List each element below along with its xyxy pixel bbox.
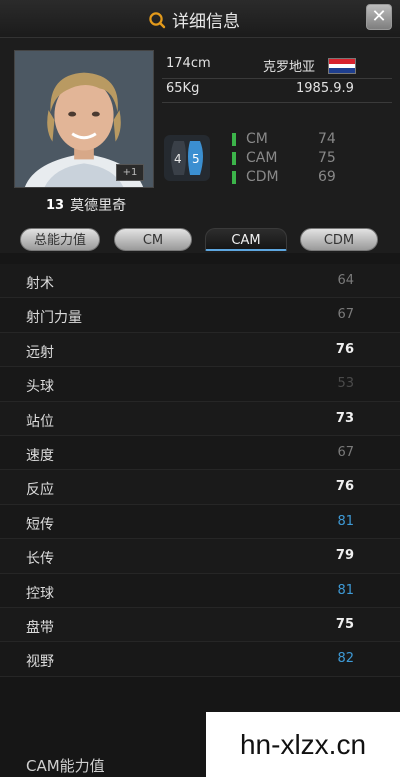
position-value: 69 bbox=[318, 169, 336, 185]
player-weight: 65Kg bbox=[166, 81, 200, 96]
stat-row: 站位 73 bbox=[0, 401, 400, 436]
tab-cam[interactable]: CAM bbox=[205, 228, 287, 251]
search-icon bbox=[149, 11, 166, 28]
window-title: 详细信息 bbox=[172, 12, 240, 32]
position-bar bbox=[232, 152, 236, 165]
stat-name: 盘带 bbox=[26, 619, 54, 636]
stat-row: 头球 53 bbox=[0, 367, 400, 402]
watermark-text: hn-xlzx.cn bbox=[239, 728, 367, 760]
position-value: 75 bbox=[318, 150, 336, 166]
info-divider bbox=[162, 78, 392, 79]
croatia-flag-icon bbox=[328, 58, 356, 74]
tab-overall[interactable]: 总能力值 bbox=[20, 228, 100, 251]
position-name: CM bbox=[246, 131, 268, 147]
stat-name: 射术 bbox=[26, 276, 54, 292]
stat-value: 67 bbox=[337, 307, 354, 323]
stat-row: 盘带 75 bbox=[0, 607, 400, 643]
position-ratings: CM 74 CAM 75 CDM 69 bbox=[232, 130, 342, 187]
stat-row: 短传 81 bbox=[0, 504, 400, 540]
player-name: 莫德里奇 bbox=[70, 198, 127, 214]
position-name: CAM bbox=[246, 150, 278, 166]
title-wrap: 详细信息 bbox=[148, 7, 240, 32]
position-row: CAM 75 bbox=[232, 149, 342, 168]
stat-value: 53 bbox=[337, 376, 354, 392]
stat-name: 站位 bbox=[26, 413, 54, 430]
foot-icon: 4 5 bbox=[164, 135, 210, 181]
stat-name: 控球 bbox=[26, 585, 54, 602]
stat-name: 短传 bbox=[26, 516, 54, 533]
stat-name: 视野 bbox=[26, 654, 54, 671]
player-height: 174cm bbox=[166, 56, 211, 71]
stat-row: 远射 76 bbox=[0, 332, 400, 368]
stat-row: 射门力量 67 bbox=[0, 298, 400, 333]
stat-name: 反应 bbox=[26, 482, 54, 499]
stat-value: 75 bbox=[335, 616, 354, 632]
stat-value: 81 bbox=[337, 582, 354, 598]
stat-row: 速度 67 bbox=[0, 435, 400, 471]
stat-row: 射术 64 bbox=[0, 264, 400, 299]
plus-badge: +1 bbox=[116, 164, 144, 181]
stat-name: 远射 bbox=[26, 344, 54, 361]
player-birthdate: 1985.9.9 bbox=[296, 81, 354, 96]
player-name-row: 13 莫德里奇 bbox=[46, 195, 126, 215]
cam-rating-label: CAM能力值 bbox=[26, 757, 105, 775]
close-icon: ✕ bbox=[371, 6, 387, 27]
stats-list: 射术 64 射门力量 67 远射 76 头球 53 站位 73 速度 67 反应 76 短传 8… bbox=[0, 264, 400, 677]
stat-row: 视野 82 bbox=[0, 642, 400, 677]
stat-row: 长传 79 bbox=[0, 539, 400, 574]
info-divider bbox=[162, 102, 392, 103]
title-bar: 详细信息 ✕ bbox=[0, 0, 400, 38]
position-row: CDM 69 bbox=[232, 168, 342, 187]
stat-name: 射门力量 bbox=[26, 310, 82, 327]
close-button[interactable]: ✕ bbox=[366, 4, 392, 30]
stat-value: 76 bbox=[335, 479, 354, 495]
rating-tabs: 总能力值 CM CAM CDM bbox=[0, 225, 400, 255]
watermark: hn-xlzx.cn bbox=[206, 712, 400, 777]
stat-name: 头球 bbox=[26, 379, 54, 396]
stat-row: 反应 76 bbox=[0, 470, 400, 505]
right-foot-value: 5 bbox=[192, 152, 200, 166]
stat-value: 76 bbox=[335, 341, 354, 357]
jersey-number: 13 bbox=[46, 197, 65, 213]
player-info-panel: +1 13 莫德里奇 174cm 克罗地亚 65Kg 1985.9.9 4 5 … bbox=[0, 38, 400, 253]
left-foot-value: 4 bbox=[174, 152, 182, 166]
stat-value: 79 bbox=[335, 548, 354, 564]
position-bar bbox=[232, 133, 236, 146]
player-nationality: 克罗地亚 bbox=[263, 60, 316, 75]
position-bar bbox=[232, 171, 236, 184]
position-name: CDM bbox=[246, 169, 279, 185]
stat-name: 速度 bbox=[26, 447, 54, 464]
stat-value: 81 bbox=[337, 513, 354, 529]
stat-value: 82 bbox=[337, 651, 354, 667]
stat-row: 控球 81 bbox=[0, 573, 400, 608]
tab-cdm[interactable]: CDM bbox=[300, 228, 378, 251]
stat-name: 长传 bbox=[26, 551, 54, 568]
position-value: 74 bbox=[318, 131, 336, 147]
stat-value: 64 bbox=[337, 273, 354, 288]
tab-cm[interactable]: CM bbox=[114, 228, 192, 251]
stat-value: 73 bbox=[335, 410, 354, 426]
stat-value: 67 bbox=[337, 444, 354, 460]
position-row: CM 74 bbox=[232, 130, 342, 149]
